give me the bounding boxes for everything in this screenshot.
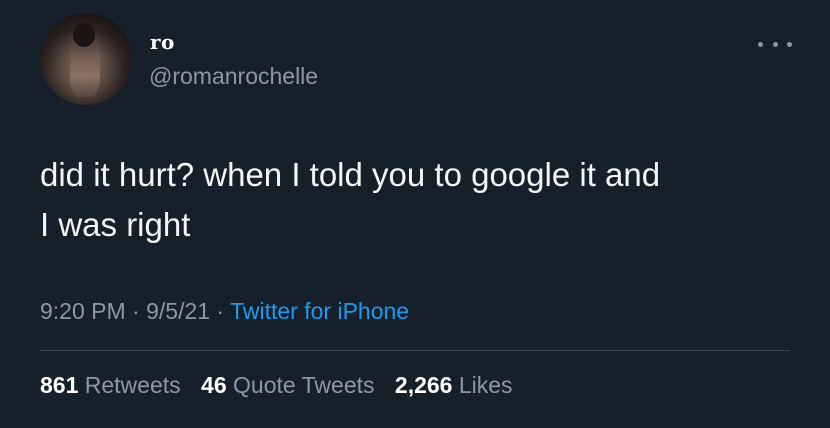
- retweets-stat[interactable]: 861 Retweets: [40, 372, 181, 398]
- tweet-meta: 9:20 PM · 9/5/21 · Twitter for iPhone: [40, 298, 409, 325]
- quote-tweets-label: Quote Tweets: [233, 372, 375, 398]
- tweet-time[interactable]: 9:20 PM: [40, 298, 126, 324]
- avatar-hair: [73, 23, 95, 47]
- quote-tweets-count: 46: [201, 372, 227, 398]
- tweet-text-line: did it hurt? when I told you to google i…: [40, 156, 661, 193]
- retweets-count: 861: [40, 372, 79, 398]
- separator: ·: [132, 298, 140, 324]
- quote-tweets-stat[interactable]: 46 Quote Tweets: [201, 372, 374, 398]
- separator: ·: [216, 298, 225, 324]
- avatar[interactable]: [40, 13, 132, 105]
- dot: [758, 41, 763, 47]
- tweet-stats: 861 Retweets 46 Quote Tweets 2,266 Likes: [40, 372, 527, 399]
- tweet-text-line: I was right: [40, 206, 191, 243]
- more-horizontal-icon[interactable]: [758, 38, 792, 50]
- tweet-date[interactable]: 9/5/21: [146, 298, 210, 324]
- dot: [772, 41, 778, 47]
- tweet-text: did it hurt? when I told you to google i…: [40, 150, 800, 250]
- likes-count: 2,266: [394, 372, 453, 398]
- display-name[interactable]: ro: [150, 30, 175, 54]
- dot: [787, 41, 792, 47]
- likes-label: Likes: [458, 372, 513, 398]
- tweet-source-link[interactable]: Twitter for iPhone: [230, 298, 409, 324]
- divider: [40, 350, 790, 351]
- likes-stat[interactable]: 2,266 Likes: [395, 372, 513, 398]
- user-handle[interactable]: @romanrochelle: [149, 63, 318, 90]
- retweets-label: Retweets: [84, 372, 181, 398]
